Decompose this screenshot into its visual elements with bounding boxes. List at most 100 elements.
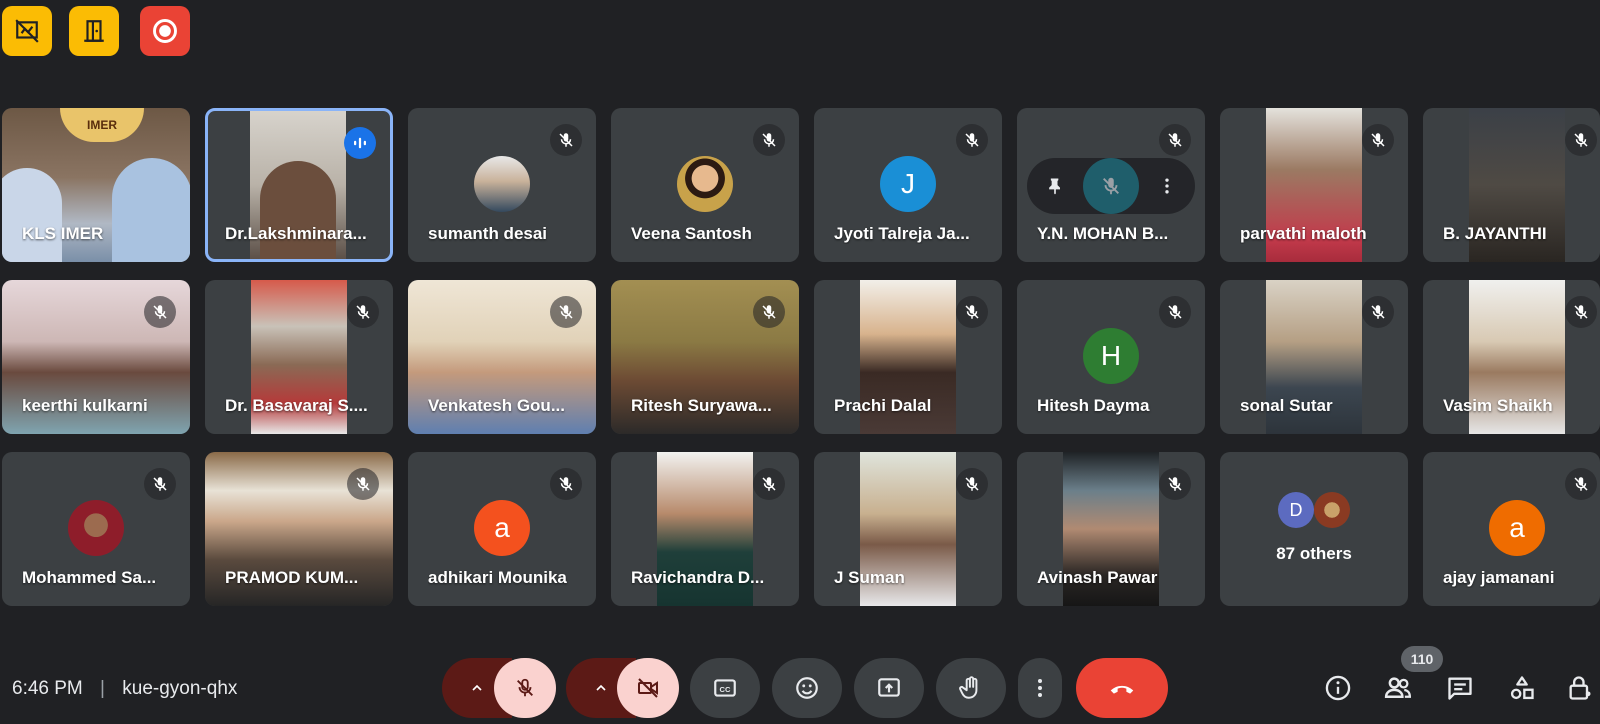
- mic-off-indicator: [144, 468, 176, 500]
- more-vert-icon: [1165, 178, 1169, 194]
- participant-name: sonal Sutar: [1240, 396, 1333, 415]
- participant-tile-jsuman[interactable]: J Suman: [814, 452, 1002, 606]
- mic-off-icon: [559, 133, 573, 147]
- participant-tile-ritesh[interactable]: Ritesh Suryawa...: [611, 280, 799, 434]
- participant-name: KLS IMER: [22, 224, 104, 243]
- meeting-controls-bar: 6:46 PM | kue-gyon-qhx CC 110: [0, 646, 1600, 724]
- others-tile[interactable]: D 87 others: [1220, 452, 1408, 606]
- mic-off-icon: [965, 133, 979, 147]
- smiley-icon: [796, 677, 818, 699]
- mic-off-icon: [153, 477, 167, 491]
- camera-toggle-button[interactable]: [617, 658, 679, 718]
- participant-tile-prachi[interactable]: Prachi Dalal: [814, 280, 1002, 434]
- participant-name: Jyoti Talreja Ja...: [834, 224, 970, 243]
- hand-icon: [959, 676, 978, 699]
- svg-text:CC: CC: [720, 685, 731, 694]
- participant-tile-keerthi[interactable]: keerthi kulkarni: [2, 280, 190, 434]
- participant-name: J Suman: [834, 568, 905, 587]
- mic-off-indicator: [550, 296, 582, 328]
- mic-off-indicator: [753, 296, 785, 328]
- more-options-button[interactable]: [1018, 658, 1062, 718]
- participant-tile-veena[interactable]: Veena Santosh: [611, 108, 799, 262]
- participant-tile-sonal[interactable]: sonal Sutar: [1220, 280, 1408, 434]
- recording-button[interactable]: [140, 6, 190, 56]
- participant-name: Dr. Basavaraj S....: [225, 396, 368, 415]
- participant-name: Hitesh Dayma: [1037, 396, 1150, 415]
- meeting-details-button[interactable]: [1320, 670, 1356, 706]
- participant-name: Mohammed Sa...: [22, 568, 157, 587]
- host-controls-button[interactable]: [1564, 670, 1596, 706]
- participant-name: Ritesh Suryawa...: [631, 396, 772, 415]
- activities-button[interactable]: [1504, 670, 1540, 706]
- meeting-code: kue-gyon-qhx: [122, 678, 238, 699]
- others-count-label: 87 others: [1276, 544, 1352, 563]
- participant-tile-adhikari[interactable]: a adhikari Mounika: [408, 452, 596, 606]
- avatar: [474, 156, 530, 212]
- mic-off-icon: [559, 305, 573, 319]
- avatar: a: [474, 500, 530, 556]
- leave-call-button[interactable]: [1076, 658, 1168, 718]
- participant-name: Veena Santosh: [631, 224, 752, 243]
- avatar: J: [880, 156, 936, 212]
- mic-off-icon: [965, 477, 979, 491]
- people-icon: [1384, 677, 1412, 698]
- participant-tile-vasim[interactable]: Vasim Shaikh: [1423, 280, 1600, 434]
- participant-name: Dr.Lakshminara...: [225, 224, 367, 243]
- participant-tile-jayanthi[interactable]: B. JAYANTHI: [1423, 108, 1600, 262]
- participant-tile-ravichandra[interactable]: Ravichandra D...: [611, 452, 799, 606]
- mic-off-indicator: [753, 124, 785, 156]
- call-end-icon: [1110, 685, 1134, 694]
- participant-name: adhikari Mounika: [428, 568, 567, 587]
- mic-off-indicator: [1565, 124, 1597, 156]
- mic-off-icon: [1168, 133, 1182, 147]
- participant-tile-avinash[interactable]: Avinash Pawar: [1017, 452, 1205, 606]
- chevron-up-icon: [472, 684, 482, 691]
- chat-icon: [1448, 677, 1472, 700]
- participant-tile-hitesh[interactable]: H Hitesh Dayma: [1017, 280, 1205, 434]
- participant-tile-mohammed[interactable]: Mohammed Sa...: [2, 452, 190, 606]
- participant-name: Y.N. MOHAN B...: [1037, 224, 1169, 243]
- raise-hand-button[interactable]: [936, 658, 1006, 718]
- imer-logo-text: IMER: [87, 118, 117, 132]
- participant-tile-mohan[interactable]: Y.N. MOHAN B...: [1017, 108, 1205, 262]
- participant-tile-sumanth[interactable]: sumanth desai: [408, 108, 596, 262]
- mic-off-icon: [1168, 477, 1182, 491]
- participant-count-badge: 110: [1401, 646, 1443, 672]
- participant-tile-basavaraj[interactable]: Dr. Basavaraj S....: [205, 280, 393, 434]
- mic-off-indicator: [347, 296, 379, 328]
- participant-tile-pramod[interactable]: PRAMOD KUM...: [205, 452, 393, 606]
- microphone-toggle-button[interactable]: [494, 658, 556, 718]
- participant-tile-jyoti[interactable]: J Jyoti Talreja Ja...: [814, 108, 1002, 262]
- present-to-all-icon: [878, 678, 900, 697]
- mic-off-indicator: [753, 468, 785, 500]
- chat-button[interactable]: [1442, 670, 1478, 706]
- mic-off-icon: [762, 305, 776, 319]
- participant-tile-ajay[interactable]: a ajay jamanani: [1423, 452, 1600, 606]
- present-screen-button[interactable]: [854, 658, 924, 718]
- mic-off-indicator: [347, 468, 379, 500]
- videocam-off-icon: [638, 678, 658, 698]
- whiteboard-off-icon: [15, 19, 39, 43]
- person-silhouette: [112, 158, 190, 262]
- participant-tile-lakshminara[interactable]: Dr.Lakshminara...: [205, 108, 393, 262]
- tile-hover-controls: [1027, 158, 1195, 214]
- participant-tile-parvathi[interactable]: parvathi maloth: [1220, 108, 1408, 262]
- mic-off-icon: [356, 477, 370, 491]
- participant-name: ajay jamanani: [1443, 568, 1555, 587]
- more-options-button[interactable]: [1149, 168, 1185, 204]
- mic-off-indicator: [1159, 124, 1191, 156]
- pin-button[interactable]: [1037, 168, 1073, 204]
- info-icon: [1325, 675, 1351, 701]
- participant-tile-kls-imer[interactable]: IMER KLS IMER: [2, 108, 190, 262]
- shapes-icon: [1510, 676, 1534, 700]
- participant-name: Prachi Dalal: [834, 396, 932, 415]
- participant-name: Vasim Shaikh: [1443, 396, 1553, 415]
- mic-off-icon: [356, 305, 370, 319]
- participant-tile-venkatesh[interactable]: Venkatesh Gou...: [408, 280, 596, 434]
- mute-participant-button[interactable]: [1083, 158, 1139, 214]
- emoji-reactions-button[interactable]: [772, 658, 842, 718]
- door-exit-button[interactable]: [69, 6, 119, 56]
- people-button[interactable]: [1380, 670, 1416, 706]
- whiteboard-off-button[interactable]: [2, 6, 52, 56]
- captions-button[interactable]: CC: [690, 658, 760, 718]
